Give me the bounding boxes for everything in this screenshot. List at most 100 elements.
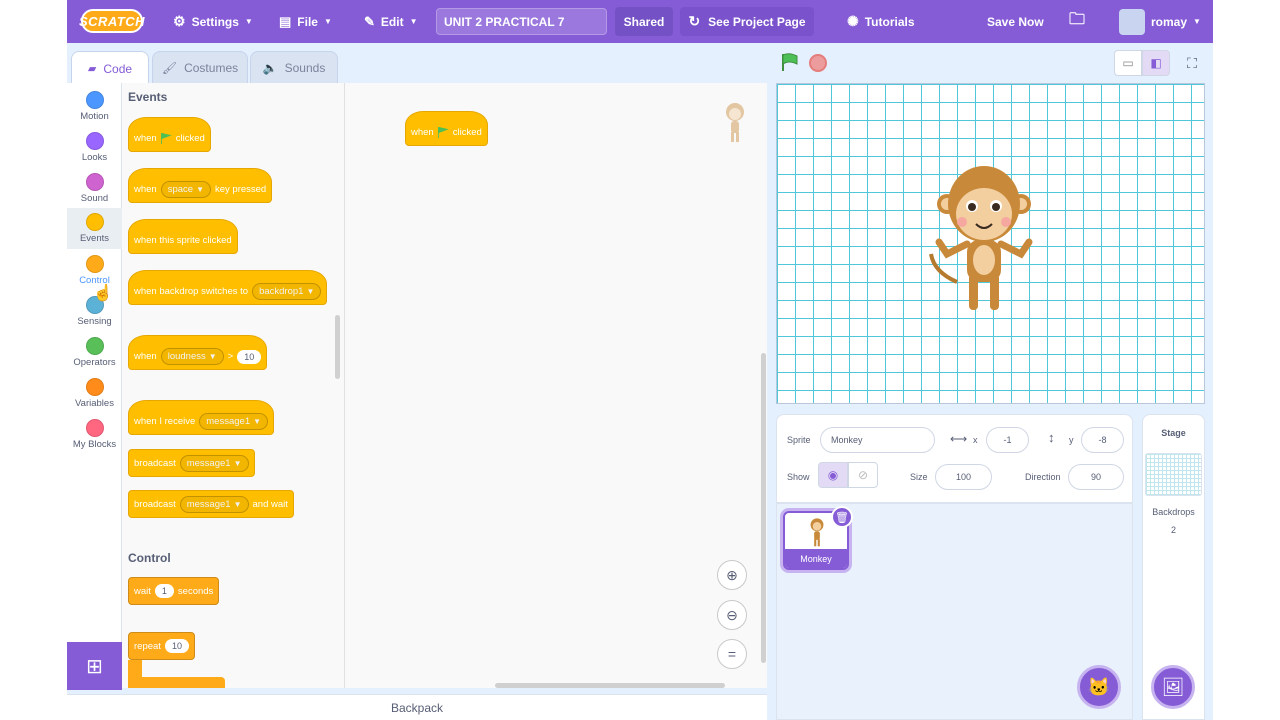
category-label: Looks: [81, 152, 108, 163]
stage-canvas[interactable]: [776, 83, 1205, 404]
number-input[interactable]: 10: [164, 639, 189, 653]
normal-stage-icon: ◧: [1150, 56, 1162, 70]
tutorials-label: Tutorials: [864, 14, 915, 29]
tab-sounds[interactable]: 🔈 Sounds: [250, 51, 338, 84]
looks-dot-icon: [85, 132, 104, 150]
palette-scrollbar[interactable]: [335, 315, 340, 379]
script-vertical-scrollbar[interactable]: [761, 353, 766, 663]
show-visible-button[interactable]: ◉: [818, 462, 848, 488]
control-header: Control: [128, 551, 171, 565]
category-sound[interactable]: Sound: [67, 168, 122, 209]
backdrop-dropdown[interactable]: backdrop1 ▼: [252, 283, 322, 300]
message-dropdown[interactable]: message1 ▼: [179, 454, 249, 472]
loudness-dropdown[interactable]: loudness ▼: [160, 348, 224, 365]
message-dropdown[interactable]: message1 ▼: [179, 495, 249, 513]
project-title-input[interactable]: [436, 8, 607, 35]
script-area[interactable]: when clicked ⊕ ⊖ =: [345, 83, 767, 688]
repeat-block[interactable]: repeat 10: [128, 632, 195, 660]
wait-block[interactable]: wait 1 seconds: [128, 577, 220, 605]
direction-input[interactable]: 90: [1068, 464, 1124, 490]
show-hidden-button[interactable]: ⊘: [848, 462, 878, 488]
zoom-reset-button[interactable]: =: [717, 639, 747, 669]
category-operators[interactable]: Operators: [67, 332, 122, 373]
file-menu[interactable]: ▤ File ▼: [279, 0, 332, 43]
script-when-flag-clicked-block[interactable]: when clicked: [405, 111, 488, 146]
normal-stage-button[interactable]: ◧: [1142, 50, 1170, 76]
username: romay: [1151, 14, 1188, 29]
globe-icon: ⚙: [173, 13, 186, 29]
see-project-page-label: See Project Page: [708, 14, 806, 29]
small-stage-icon: ▭: [1122, 56, 1134, 70]
when-i-receive-block[interactable]: when I receive message1 ▼: [128, 400, 275, 435]
stage-thumbnail[interactable]: [1145, 453, 1202, 496]
sprite-name-input[interactable]: Monkey: [820, 427, 935, 453]
tutorials-button[interactable]: ✺ Tutorials: [847, 0, 915, 43]
green-flag-button[interactable]: [780, 53, 799, 72]
monkey-sprite[interactable]: [929, 162, 1039, 322]
block-text: >: [227, 351, 234, 362]
stop-button[interactable]: [809, 54, 827, 72]
when-sprite-clicked-block[interactable]: when this sprite clicked: [128, 219, 238, 254]
dropdown-value: message1: [206, 416, 251, 427]
scratch-logo[interactable]: SCRATCH: [79, 9, 145, 33]
broadcast-and-wait-block[interactable]: broadcast message1 ▼ and wait: [128, 490, 294, 518]
category-motion[interactable]: Motion: [67, 86, 122, 127]
shared-button[interactable]: Shared: [615, 7, 673, 36]
script-horizontal-scrollbar[interactable]: [495, 683, 725, 688]
events-dot-icon: [85, 213, 104, 231]
settings-menu[interactable]: ⚙ Settings ▼: [173, 0, 253, 43]
save-now-button[interactable]: Save Now: [987, 0, 1044, 43]
block-text: broadcast: [134, 457, 176, 469]
x-label: x: [973, 435, 978, 445]
when-flag-clicked-block[interactable]: when clicked: [128, 117, 211, 152]
block-text: when this sprite clicked: [134, 235, 232, 246]
category-label: Variables: [75, 398, 114, 409]
choose-sprite-button[interactable]: 🐱: [1077, 665, 1121, 709]
category-my-blocks[interactable]: My Blocks: [67, 414, 122, 455]
account-menu[interactable]: romay ▼: [1119, 0, 1201, 43]
horizontal-arrows-icon: ⟷: [950, 432, 968, 446]
tab-code[interactable]: ▰ Code: [71, 51, 149, 85]
sprite-tile-label: Monkey: [785, 549, 847, 568]
fullscreen-button[interactable]: ⛶: [1179, 50, 1205, 76]
trash-icon: 🗑: [835, 511, 849, 524]
category-looks[interactable]: Looks: [67, 127, 122, 168]
chevron-down-icon: ▼: [253, 417, 262, 426]
see-project-page-button[interactable]: ↻ See Project Page: [680, 7, 814, 36]
category-label: Operators: [73, 357, 116, 368]
message-dropdown[interactable]: message1 ▼: [199, 413, 269, 430]
broadcast-block[interactable]: broadcast message1 ▼: [128, 449, 255, 477]
add-extension-button[interactable]: ⊞: [67, 642, 122, 690]
delete-sprite-button[interactable]: 🗑: [831, 506, 853, 528]
category-variables[interactable]: Variables: [67, 373, 122, 414]
avatar: [1119, 8, 1145, 35]
block-text: seconds: [177, 585, 214, 597]
zoom-out-button[interactable]: ⊖: [717, 600, 747, 630]
when-key-pressed-block[interactable]: when space ▼ key pressed: [128, 168, 273, 203]
chevron-down-icon: ▼: [306, 287, 315, 296]
x-input[interactable]: -1: [986, 427, 1029, 453]
chevron-down-icon: ▼: [409, 17, 418, 26]
refresh-icon: ↻: [688, 13, 701, 29]
category-events[interactable]: Events: [67, 208, 122, 249]
zoom-out-icon: ⊖: [726, 606, 738, 623]
small-stage-button[interactable]: ▭: [1114, 50, 1142, 76]
choose-backdrop-button[interactable]: 🖼: [1151, 665, 1195, 709]
green-flag-icon: [782, 53, 798, 71]
repeat-block-foot: [128, 677, 225, 688]
key-dropdown[interactable]: space ▼: [160, 181, 211, 198]
backpack-bar[interactable]: Backpack: [67, 694, 767, 720]
number-input[interactable]: 1: [154, 584, 174, 598]
number-input[interactable]: 10: [237, 349, 262, 364]
tab-costumes[interactable]: 🖌 Costumes: [152, 51, 248, 84]
my-stuff-folder-icon[interactable]: 🗀: [1069, 0, 1085, 43]
y-input[interactable]: -8: [1081, 427, 1124, 453]
when-loudness-block[interactable]: when loudness ▼ > 10: [128, 335, 268, 370]
block-text: when: [134, 351, 157, 362]
edit-menu[interactable]: ✎ Edit ▼: [364, 0, 418, 43]
when-backdrop-switches-block[interactable]: when backdrop switches to backdrop1 ▼: [128, 270, 328, 305]
block-palette: Events when clicked when space ▼ key pres…: [122, 83, 345, 688]
dropdown-value: message1: [186, 457, 231, 469]
size-input[interactable]: 100: [935, 464, 992, 490]
zoom-in-button[interactable]: ⊕: [717, 560, 747, 590]
